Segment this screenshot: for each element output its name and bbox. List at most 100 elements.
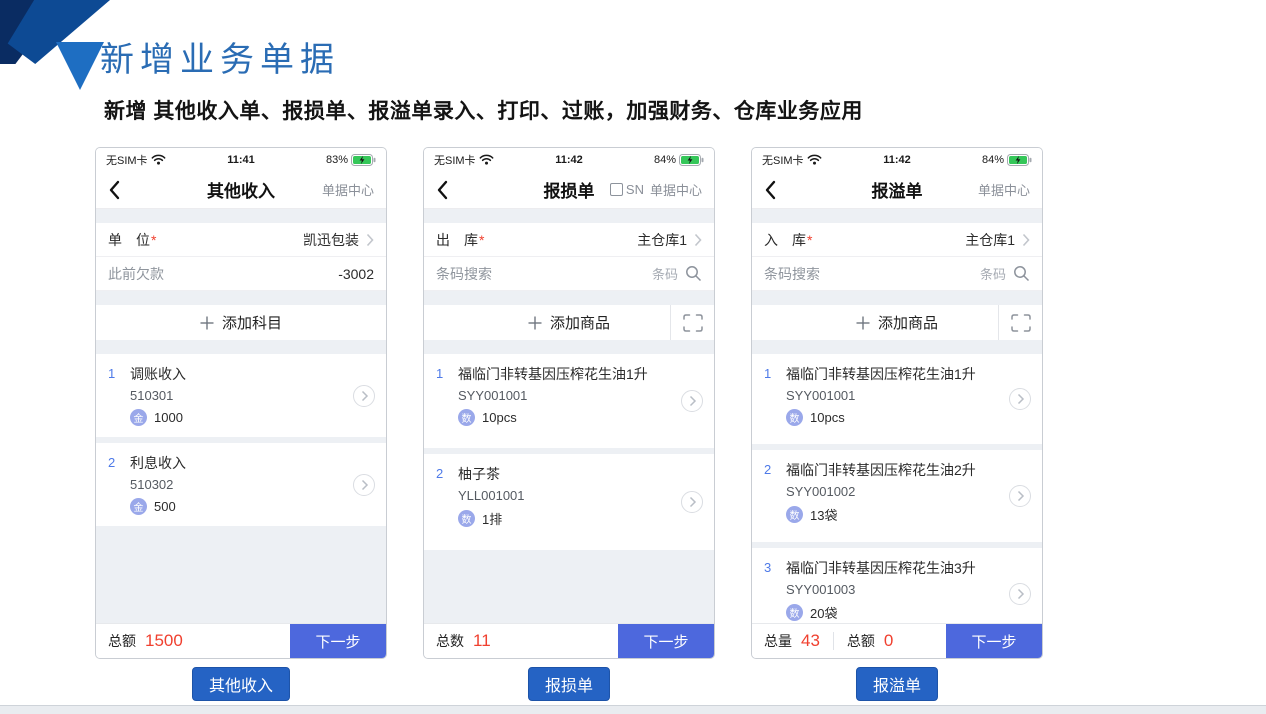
nav-bar: 报溢单 单据中心 [752,171,1042,209]
field-label: 单 位 [108,230,150,250]
document-center-link[interactable]: 单据中心 [650,180,702,199]
field-row-warehouse-out[interactable]: 出 库* 主仓库1 [424,223,714,257]
bottom-bar: 总数 11 下一步 [424,623,714,658]
quantity-badge: 数 [458,510,475,527]
list-item[interactable]: 2 福临门非转基因压榨花生油2升 SYY001002 数 13袋 [752,450,1042,542]
barcode-search-row[interactable]: 条码搜索 条码 [752,257,1042,291]
barcode-search-row[interactable]: 条码搜索 条码 [424,257,714,291]
item-quantity: 10pcs [810,410,845,425]
item-name: 福临门非转基因压榨花生油2升 [786,461,976,480]
battery-percent: 84% [654,154,676,166]
status-bar: 无SIM卡 11:41 83% [96,148,386,171]
add-button-label: 添加科目 [222,312,282,333]
total-value: 1500 [145,631,183,651]
field-row-warehouse-in[interactable]: 入 库* 主仓库1 [752,223,1042,257]
back-button[interactable] [108,180,120,200]
phone-screenshot-loss-report: 无SIM卡 11:42 84% 报损单 SN 单据中心 出 库* [423,147,715,659]
chevron-circle-icon[interactable] [1008,582,1032,606]
divider [833,632,834,650]
field-row-unit[interactable]: 单 位* 凯迅包装 [96,223,386,257]
search-icon[interactable] [1013,265,1030,282]
item-code: SYY001003 [786,580,1002,599]
required-asterisk: * [479,232,484,248]
plus-icon [528,316,542,330]
status-bar: 无SIM卡 11:42 84% [424,148,714,171]
quantity-badge: 数 [786,409,803,426]
search-icon[interactable] [685,265,702,282]
field-row-previous-debt: 此前欠款 -3002 [96,257,386,291]
barcode-placeholder: 条码 [652,264,678,283]
separator-band [424,209,714,223]
item-index: 3 [764,559,776,578]
back-button[interactable] [436,180,448,200]
barcode-scan-button[interactable] [670,305,714,340]
sn-checkbox-group[interactable]: SN [610,182,644,197]
quantity-badge: 数 [786,604,803,621]
list-item[interactable]: 1 福临门非转基因压榨花生油1升 SYY001001 数 10pcs [752,354,1042,444]
item-code: SYY001001 [458,386,674,405]
item-index: 2 [436,465,448,484]
carrier-label: 无SIM卡 [106,152,148,168]
battery-charging-icon [679,154,704,166]
total-quantity-value: 43 [801,631,820,651]
item-quantity: 1排 [482,509,502,528]
next-step-button[interactable]: 下一步 [946,624,1042,658]
list-item[interactable]: 2 柚子茶 YLL001001 数 1排 [424,454,714,550]
chevron-circle-icon[interactable] [352,473,376,497]
field-label: 条码搜索 [764,264,820,284]
list-item[interactable]: 2 利息收入 510302 金 500 [96,443,386,526]
back-button[interactable] [764,180,776,200]
tag-button-overflow-report[interactable]: 报溢单 [856,667,938,701]
tag-button-loss-report[interactable]: 报损单 [528,667,610,701]
add-subject-button[interactable]: 添加科目 [96,305,386,340]
list-item[interactable]: 3 福临门非转基因压榨花生油3升 SYY001003 数 20袋 [752,548,1042,623]
document-center-link[interactable]: 单据中心 [978,180,1030,199]
page-subtitle: 新增 其他收入单、报损单、报溢单录入、打印、过账，加强财务、仓库业务应用 [104,95,863,125]
sn-checkbox[interactable] [610,183,623,196]
decoration-triangle [56,42,104,90]
item-quantity: 10pcs [482,410,517,425]
item-name: 调账收入 [130,365,186,384]
amount-badge: 金 [130,409,147,426]
tag-button-other-income[interactable]: 其他收入 [192,667,290,701]
amount-badge: 金 [130,498,147,515]
list-item[interactable]: 1 调账收入 510301 金 1000 [96,354,386,437]
phone-screenshot-overflow-report: 无SIM卡 11:42 84% 报溢单 单据中心 入 库* 主仓库1 [751,147,1043,659]
item-index: 2 [764,461,776,480]
wifi-icon [151,154,166,165]
field-label: 此前欠款 [108,264,164,284]
nav-bar: 其他收入 单据中心 [96,171,386,209]
item-code: SYY001002 [786,482,1002,501]
screen-title: 报损单 [544,177,595,202]
document-center-link[interactable]: 单据中心 [322,180,374,199]
item-name: 柚子茶 [458,465,500,484]
nav-bar: 报损单 SN 单据中心 [424,171,714,209]
chevron-circle-icon[interactable] [352,384,376,408]
barcode-scan-button[interactable] [998,305,1042,340]
status-time: 11:41 [196,154,286,166]
chevron-circle-icon[interactable] [1008,387,1032,411]
slide-bottom-edge [0,705,1266,714]
add-product-button[interactable]: 添加商品 [424,305,714,340]
chevron-circle-icon[interactable] [680,490,704,514]
chevron-right-icon [1022,233,1030,247]
separator-band [96,291,386,305]
bottom-bar: 总额 1500 下一步 [96,623,386,658]
field-value: 主仓库1 [965,230,1015,250]
chevron-circle-icon[interactable] [680,389,704,413]
list-item[interactable]: 1 福临门非转基因压榨花生油1升 SYY001001 数 10pcs [424,354,714,448]
chevron-circle-icon[interactable] [1008,484,1032,508]
required-asterisk: * [807,232,812,248]
add-product-button[interactable]: 添加商品 [752,305,1042,340]
carrier-label: 无SIM卡 [762,152,804,168]
total-quantity-label: 总量 [764,631,792,651]
plus-icon [856,316,870,330]
item-name: 利息收入 [130,454,186,473]
battery-percent: 84% [982,154,1004,166]
next-step-button[interactable]: 下一步 [290,624,386,658]
screen-title: 报溢单 [872,177,923,202]
item-index: 1 [108,365,120,384]
chevron-right-icon [366,233,374,247]
next-step-button[interactable]: 下一步 [618,624,714,658]
quantity-badge: 数 [786,506,803,523]
